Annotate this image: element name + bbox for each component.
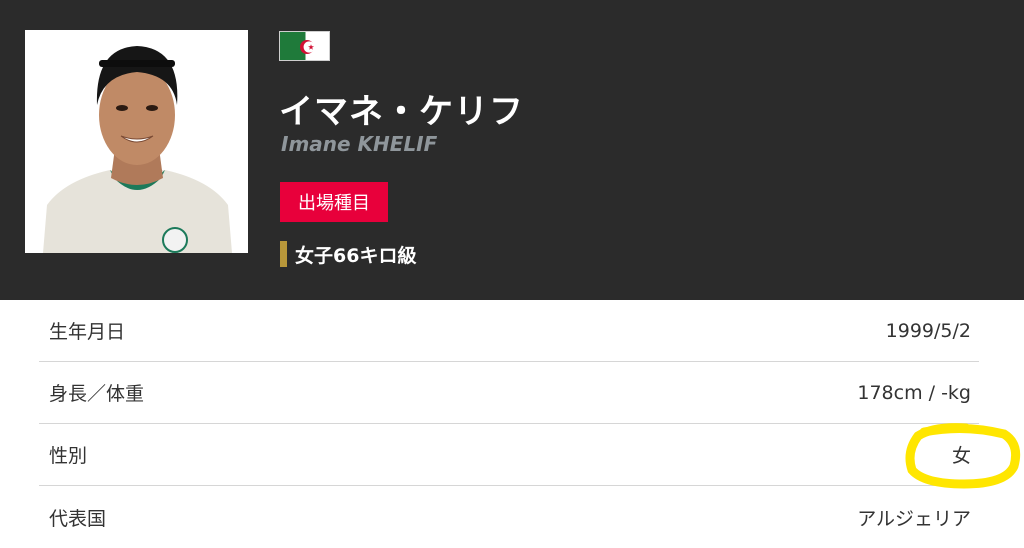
algeria-flag-icon xyxy=(279,31,330,61)
event-item[interactable]: 女子66キロ級 xyxy=(280,240,416,268)
info-value: アルジェリア xyxy=(857,504,971,531)
event-marker-bar xyxy=(280,241,287,267)
info-row-height-weight: 身長／体重 178cm / -kg xyxy=(39,362,979,424)
athlete-info-table: 生年月日 1999/5/2 身長／体重 178cm / -kg 性別 女 代表国… xyxy=(39,300,979,548)
athlete-name-japanese: イマネ・ケリフ xyxy=(279,84,524,133)
info-label: 代表国 xyxy=(49,504,106,531)
info-row-birthdate: 生年月日 1999/5/2 xyxy=(39,300,979,362)
events-badge: 出場種目 xyxy=(280,182,388,222)
event-label: 女子66キロ級 xyxy=(295,241,416,268)
info-row-country: 代表国 アルジェリア xyxy=(39,486,979,548)
athlete-name-english: Imane KHELIF xyxy=(281,132,437,156)
info-value: 178cm / -kg xyxy=(857,382,971,404)
info-label: 性別 xyxy=(49,441,87,468)
athlete-header: イマネ・ケリフ Imane KHELIF 出場種目 女子66キロ級 xyxy=(0,0,1024,300)
info-row-gender: 性別 女 xyxy=(39,424,979,486)
info-value: 女 xyxy=(952,441,971,468)
info-label: 生年月日 xyxy=(49,317,125,344)
athlete-photo xyxy=(25,30,248,253)
info-label: 身長／体重 xyxy=(49,379,144,406)
info-value: 1999/5/2 xyxy=(886,320,971,342)
